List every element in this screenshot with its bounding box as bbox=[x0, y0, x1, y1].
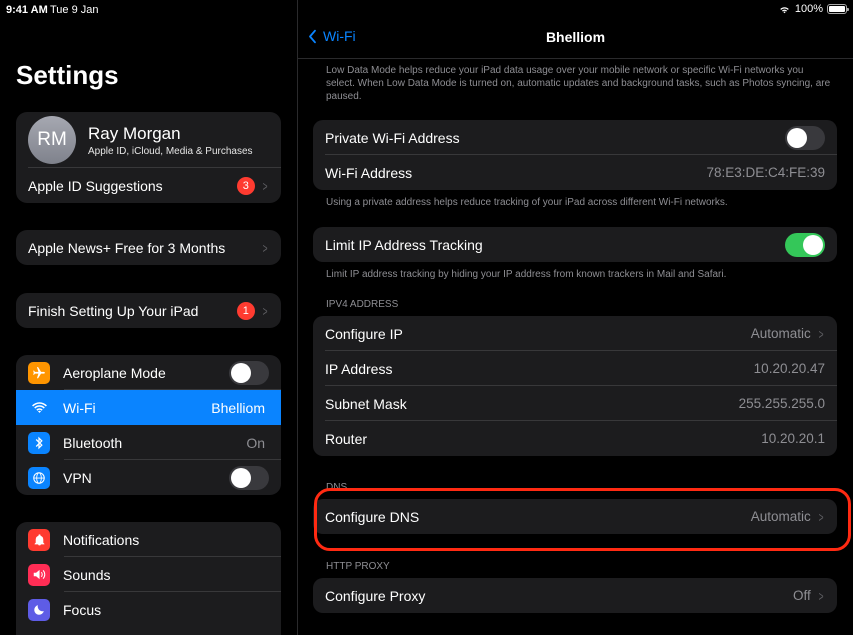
router-value: 10.20.20.1 bbox=[761, 431, 825, 446]
chevron-right-icon: > bbox=[818, 587, 824, 604]
configure-ip-value: Automatic bbox=[750, 326, 811, 341]
status-bar: 9:41 AM Tue 9 Jan 100% bbox=[0, 0, 853, 20]
limit-ip-note: Limit IP address tracking by hiding your… bbox=[326, 269, 727, 280]
sidebar-item-label: Sounds bbox=[63, 566, 111, 583]
chevron-right-icon: > bbox=[262, 177, 268, 194]
finish-setup-badge: 1 bbox=[236, 301, 255, 320]
private-address-note: Using a private address helps reduce tra… bbox=[326, 197, 728, 208]
profile-name: Ray Morgan bbox=[88, 123, 181, 143]
settings-title: Settings bbox=[16, 60, 119, 90]
vpn-toggle[interactable] bbox=[229, 465, 269, 490]
apple-news-group: Apple News+ Free for 3 Months > bbox=[16, 230, 281, 265]
private-wifi-address-toggle[interactable] bbox=[785, 125, 825, 150]
bell-icon bbox=[28, 528, 50, 551]
chevron-right-icon: > bbox=[262, 239, 268, 256]
sidebar-item-notifications[interactable]: Notifications bbox=[16, 522, 281, 557]
detail-pane: Wi-Fi Bhelliom Low Data Mode helps reduc… bbox=[298, 0, 853, 635]
page-title: Bhelliom bbox=[545, 29, 606, 45]
configure-ip-label: Configure IP bbox=[325, 325, 403, 342]
sidebar-item-label: Bluetooth bbox=[63, 434, 123, 451]
sidebar: Settings RM Ray Morgan Apple ID, iCloud,… bbox=[0, 0, 297, 635]
proxy-group: Configure Proxy Off > bbox=[313, 578, 837, 613]
apple-id-suggestions-label: Apple ID Suggestions bbox=[28, 177, 163, 194]
limit-ip-tracking-row: Limit IP Address Tracking bbox=[313, 227, 837, 262]
aeroplane-mode-toggle[interactable] bbox=[229, 360, 269, 385]
ipv4-group: Configure IP Automatic > IP Address 10.2… bbox=[313, 316, 837, 456]
sidebar-item-label: Focus bbox=[63, 601, 102, 618]
configure-ip-row[interactable]: Configure IP Automatic > bbox=[313, 316, 837, 351]
private-wifi-address-label: Private Wi-Fi Address bbox=[325, 129, 460, 146]
status-time: 9:41 AM bbox=[6, 4, 48, 16]
finish-setup-label: Finish Setting Up Your iPad bbox=[28, 302, 199, 319]
sidebar-item-label: Notifications bbox=[63, 531, 140, 548]
limit-ip-group: Limit IP Address Tracking bbox=[313, 227, 837, 262]
wifi-signal-icon bbox=[780, 7, 789, 14]
configure-proxy-row[interactable]: Configure Proxy Off > bbox=[313, 578, 837, 613]
sidebar-item-vpn[interactable]: VPN bbox=[16, 460, 281, 495]
configure-proxy-value: Off bbox=[793, 588, 811, 603]
battery-percent: 100% bbox=[794, 3, 823, 15]
wifi-icon bbox=[28, 396, 50, 419]
profile-row[interactable]: RM Ray Morgan Apple ID, iCloud, Media & … bbox=[16, 112, 281, 168]
profile-subtitle: Apple ID, iCloud, Media & Purchases bbox=[88, 145, 253, 157]
sidebar-item-label: Wi-Fi bbox=[63, 399, 96, 416]
apple-id-suggestions-row[interactable]: Apple ID Suggestions 3 > bbox=[16, 168, 281, 203]
battery-icon bbox=[827, 4, 849, 14]
chevron-right-icon: > bbox=[818, 325, 824, 342]
private-wifi-address-row: Private Wi-Fi Address bbox=[313, 120, 837, 155]
low-data-note: Low Data Mode helps reduce your iPad dat… bbox=[326, 65, 831, 102]
router-row: Router 10.20.20.1 bbox=[313, 421, 837, 456]
bluetooth-icon bbox=[28, 431, 50, 454]
sidebar-item-bluetooth[interactable]: Bluetooth On bbox=[16, 425, 281, 460]
finish-setup-group: Finish Setting Up Your iPad 1 > bbox=[16, 293, 281, 328]
avatar: RM bbox=[28, 116, 76, 164]
apple-news-label: Apple News+ Free for 3 Months bbox=[28, 239, 226, 256]
finish-setup-row[interactable]: Finish Setting Up Your iPad 1 > bbox=[16, 293, 281, 328]
configure-proxy-label: Configure Proxy bbox=[325, 587, 426, 604]
ipv4-header: IPV4 ADDRESS bbox=[326, 299, 399, 310]
wifi-address-label: Wi-Fi Address bbox=[325, 164, 413, 181]
wifi-address-value: 78:E3:DE:C4:FE:39 bbox=[706, 165, 825, 180]
sidebar-item-focus[interactable]: Focus bbox=[16, 592, 281, 627]
sidebar-item-wifi[interactable]: Wi-Fi Bhelliom bbox=[16, 390, 281, 425]
network-group: Aeroplane Mode Wi-Fi Bhelliom Bluetooth … bbox=[16, 355, 281, 495]
limit-ip-tracking-label: Limit IP Address Tracking bbox=[325, 236, 483, 253]
wifi-address-row: Wi-Fi Address 78:E3:DE:C4:FE:39 bbox=[313, 155, 837, 190]
router-label: Router bbox=[325, 430, 368, 447]
bluetooth-value: On bbox=[246, 434, 265, 451]
subnet-mask-label: Subnet Mask bbox=[325, 395, 407, 412]
aeroplane-icon bbox=[28, 361, 50, 384]
ip-address-label: IP Address bbox=[325, 360, 393, 377]
chevron-right-icon: > bbox=[262, 302, 268, 319]
notifications-group: Notifications Sounds Focus bbox=[16, 522, 281, 635]
private-address-group: Private Wi-Fi Address Wi-Fi Address 78:E… bbox=[313, 120, 837, 190]
apple-id-suggestions-badge: 3 bbox=[236, 176, 255, 195]
status-date: Tue 9 Jan bbox=[50, 4, 99, 16]
http-proxy-header: HTTP PROXY bbox=[326, 561, 390, 572]
sidebar-item-label: VPN bbox=[63, 469, 92, 486]
sidebar-item-sounds[interactable]: Sounds bbox=[16, 557, 281, 592]
moon-icon bbox=[28, 598, 50, 621]
wifi-network-value: Bhelliom bbox=[211, 399, 265, 416]
limit-ip-tracking-toggle[interactable] bbox=[785, 232, 825, 257]
ip-address-value: 10.20.20.47 bbox=[753, 361, 825, 376]
speaker-icon bbox=[28, 563, 50, 586]
profile-group: RM Ray Morgan Apple ID, iCloud, Media & … bbox=[16, 112, 281, 203]
red-highlight-annotation bbox=[314, 488, 851, 551]
ip-address-row: IP Address 10.20.20.47 bbox=[313, 351, 837, 386]
subnet-mask-value: 255.255.255.0 bbox=[738, 396, 825, 411]
sidebar-item-aeroplane-mode[interactable]: Aeroplane Mode bbox=[16, 355, 281, 390]
subnet-mask-row: Subnet Mask 255.255.255.0 bbox=[313, 386, 837, 421]
apple-news-row[interactable]: Apple News+ Free for 3 Months > bbox=[16, 230, 281, 265]
vpn-globe-icon bbox=[28, 466, 50, 489]
sidebar-item-label: Aeroplane Mode bbox=[63, 364, 166, 381]
